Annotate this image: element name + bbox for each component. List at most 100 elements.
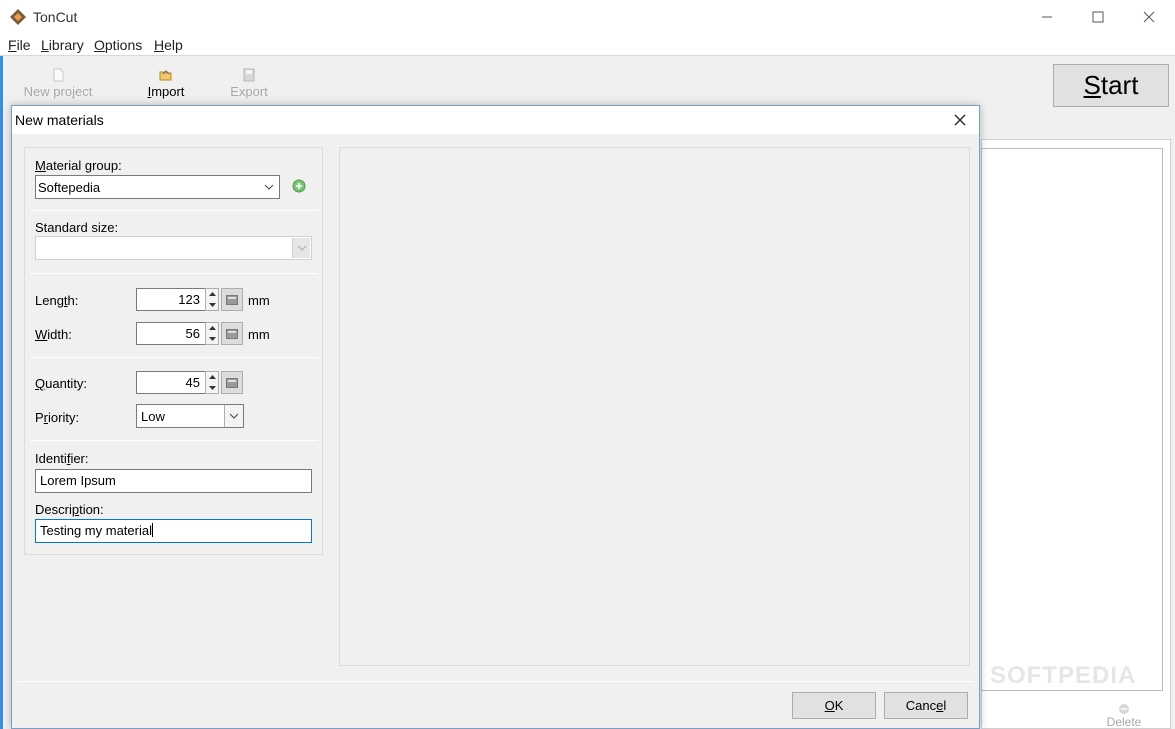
standard-size-label: Standard size: bbox=[35, 220, 119, 235]
menu-file[interactable]: File bbox=[8, 37, 31, 53]
priority-pre: P bbox=[35, 410, 44, 425]
chevron-down-icon bbox=[224, 405, 243, 427]
text-caret bbox=[151, 523, 153, 537]
close-window-button[interactable] bbox=[1123, 0, 1175, 34]
new-materials-dialog: New materials Material group: Softepedia… bbox=[11, 105, 980, 729]
new-project-button[interactable]: New project bbox=[13, 66, 103, 104]
start-key: S bbox=[1083, 70, 1101, 100]
material-form-panel: Material group: Softepedia Standard size… bbox=[24, 147, 323, 555]
chevron-down-icon bbox=[292, 238, 310, 258]
softpedia-watermark: SOFTPEDIA bbox=[990, 662, 1137, 689]
delete-button[interactable]: Delete bbox=[1100, 703, 1148, 729]
cancel-pre: Canc bbox=[905, 698, 937, 713]
ok-key: O bbox=[824, 698, 835, 713]
width-text: idth: bbox=[47, 327, 72, 342]
description-input[interactable]: Testing my material bbox=[35, 519, 312, 543]
calculator-icon bbox=[226, 328, 238, 339]
ok-button[interactable]: OK bbox=[792, 692, 876, 719]
minimize-icon bbox=[1042, 16, 1052, 18]
quantity-calculator-button[interactable] bbox=[221, 371, 243, 394]
save-disk-icon bbox=[243, 68, 255, 82]
spin-up-icon[interactable] bbox=[206, 323, 218, 333]
start-button[interactable]: Start bbox=[1053, 64, 1169, 107]
dialog-close-button[interactable] bbox=[949, 110, 971, 130]
width-key: W bbox=[35, 327, 48, 342]
length-updown bbox=[205, 288, 219, 311]
spin-down-icon[interactable] bbox=[206, 300, 218, 310]
add-group-icon[interactable] bbox=[292, 179, 306, 193]
identifier-input[interactable]: Lorem Ipsum bbox=[35, 469, 312, 493]
priority-label: Priority: bbox=[35, 410, 79, 425]
menu-options-key: O bbox=[94, 37, 105, 53]
start-label: tart bbox=[1100, 70, 1139, 100]
menu-file-key: F bbox=[8, 37, 17, 53]
menu-file-label: ile bbox=[16, 37, 31, 53]
length-unit: mm bbox=[248, 293, 270, 308]
material-group-select[interactable]: Softepedia bbox=[35, 175, 280, 199]
material-group-key: M bbox=[35, 158, 46, 173]
description-key: p bbox=[71, 502, 80, 517]
material-preview-panel bbox=[339, 147, 970, 666]
background-list[interactable] bbox=[981, 148, 1163, 691]
separator bbox=[30, 273, 318, 274]
menu-options[interactable]: Options bbox=[94, 37, 142, 53]
menu-options-label: ptions bbox=[104, 37, 143, 53]
cancel-post: l bbox=[943, 698, 947, 713]
calculator-icon bbox=[226, 294, 238, 305]
remove-circle-icon bbox=[1119, 704, 1129, 714]
separator bbox=[30, 357, 318, 358]
import-label: Import bbox=[121, 84, 211, 99]
import-button[interactable]: Import bbox=[121, 66, 211, 104]
description-label: Description: bbox=[35, 502, 104, 517]
length-input[interactable]: 123 bbox=[136, 288, 206, 311]
width-updown bbox=[205, 322, 219, 345]
menu-bar: File Library Options Help bbox=[0, 34, 1175, 56]
app-title: TonCut bbox=[33, 9, 78, 25]
dialog-titlebar: New materials bbox=[12, 106, 979, 134]
length-post: h: bbox=[67, 293, 79, 308]
width-input[interactable]: 56 bbox=[136, 322, 206, 345]
description-value: Testing my material bbox=[40, 523, 152, 538]
material-group-text: aterial group: bbox=[45, 158, 122, 173]
identifier-label: Identifier: bbox=[35, 451, 89, 466]
menu-help-key: H bbox=[154, 37, 165, 53]
width-calculator-button[interactable] bbox=[221, 322, 243, 345]
description-pre: Descri bbox=[35, 502, 72, 517]
maximize-button[interactable] bbox=[1072, 0, 1124, 34]
length-label: Length: bbox=[35, 293, 78, 308]
standard-size-select[interactable] bbox=[35, 236, 312, 260]
close-icon bbox=[1143, 11, 1155, 23]
quantity-input[interactable]: 45 bbox=[136, 371, 206, 394]
dialog-title: New materials bbox=[15, 112, 104, 128]
quantity-key: Q bbox=[35, 376, 46, 391]
length-calculator-button[interactable] bbox=[221, 288, 243, 311]
separator bbox=[30, 440, 318, 441]
length-pre: Leng bbox=[35, 293, 64, 308]
priority-select[interactable]: Low bbox=[136, 404, 244, 428]
priority-post: iority: bbox=[48, 410, 80, 425]
app-titlebar: TonCut bbox=[0, 0, 1175, 34]
folder-open-icon bbox=[159, 70, 172, 81]
chevron-down-icon bbox=[260, 177, 278, 197]
menu-library[interactable]: Library bbox=[41, 37, 84, 53]
menu-help[interactable]: Help bbox=[154, 37, 183, 53]
width-unit: mm bbox=[248, 327, 270, 342]
priority-value: Low bbox=[141, 409, 165, 424]
ok-rest: K bbox=[834, 698, 844, 713]
spin-down-icon[interactable] bbox=[206, 334, 218, 344]
quantity-text: uantity: bbox=[45, 376, 88, 391]
toncut-logo-icon bbox=[10, 9, 26, 25]
material-group-value: Softepedia bbox=[38, 180, 101, 195]
spin-down-icon[interactable] bbox=[206, 383, 218, 393]
maximize-icon bbox=[1092, 11, 1104, 23]
spin-up-icon[interactable] bbox=[206, 372, 218, 382]
export-button[interactable]: Export bbox=[204, 66, 294, 104]
delete-label: Delete bbox=[1106, 715, 1142, 729]
dialog-separator bbox=[17, 681, 974, 682]
minimize-button[interactable] bbox=[1021, 0, 1073, 34]
close-icon bbox=[954, 114, 966, 126]
spin-up-icon[interactable] bbox=[206, 289, 218, 299]
quantity-updown bbox=[205, 371, 219, 394]
cancel-button[interactable]: Cancel bbox=[884, 692, 968, 719]
quantity-label: Quantity: bbox=[35, 376, 87, 391]
